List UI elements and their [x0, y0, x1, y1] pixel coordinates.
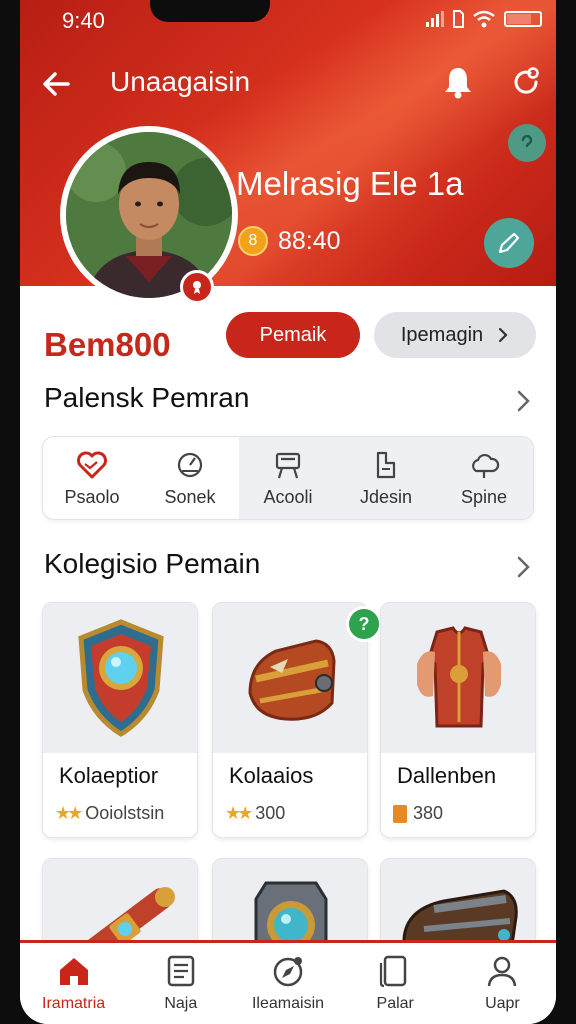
nav-label: Naja: [164, 995, 198, 1012]
compass-icon: [273, 957, 303, 987]
medal-icon: [193, 281, 201, 294]
stat-item-jdesin[interactable]: Jdesin: [337, 437, 435, 519]
document-icon: [376, 451, 396, 478]
stat-label: Sonek: [164, 486, 216, 507]
bracer-art-image: [213, 603, 367, 753]
card-meta: ★★ Ooiolstsin: [55, 803, 164, 824]
collection-card[interactable]: Dallenben 380: [380, 602, 536, 838]
status-icons: [426, 10, 542, 28]
primary-action-button[interactable]: Pemaik: [226, 312, 360, 358]
primary-action-label: Pemaik: [259, 323, 327, 346]
stat-item-sonek[interactable]: Sonek: [141, 437, 239, 519]
card-name: Dallenben: [397, 763, 497, 788]
sim-icon: [453, 10, 464, 28]
card-meta-value: Ooiolstsin: [85, 803, 165, 823]
card-name: Kolaeptior: [59, 763, 159, 788]
card-meta-value: 380: [413, 803, 444, 823]
nav-label: Iramatria: [42, 995, 106, 1012]
new-item-badge: ?: [346, 606, 382, 642]
stats-strip: Psaolo Sonek Acooli Jdesin Spine: [42, 436, 534, 520]
nav-label: Ileamaisin: [251, 995, 325, 1012]
stat-item-spine[interactable]: Spine: [435, 437, 533, 519]
chevron-right-icon: [499, 327, 508, 343]
stats-section-title: Palensk Pemran: [44, 382, 250, 413]
nav-item-home[interactable]: Iramatria: [20, 943, 127, 1024]
header-display-name: Melrasig Ele 1a: [236, 165, 464, 202]
collection-card[interactable]: Kolaaios ★★ 300: [212, 602, 368, 838]
card-meta: 380: [393, 803, 443, 824]
card-name: Kolaaios: [229, 763, 314, 788]
card-info: Kolaeptior ★★ Ooiolstsin: [43, 753, 197, 837]
card-meta-value: 300: [255, 803, 286, 823]
card-info: Kolaaios ★★ 300: [213, 753, 367, 837]
pencil-icon: [498, 232, 520, 254]
easel-icon: [275, 452, 301, 478]
ticket-icon: [393, 804, 407, 823]
secondary-action-button[interactable]: Ipemagin: [374, 312, 536, 358]
stars-icon: ★★: [225, 803, 253, 823]
user-icon: [488, 956, 517, 987]
header-score: 8 88:40: [238, 226, 341, 256]
question-icon: [521, 134, 533, 148]
nav-item-list[interactable]: Naja: [127, 943, 234, 1024]
collection-section-chevron-icon[interactable]: [512, 552, 536, 582]
back-arrow-icon[interactable]: [38, 66, 74, 102]
collection-section-title: Kolegisio Pemain: [44, 548, 261, 579]
bell-icon[interactable]: [442, 64, 474, 100]
stat-label: Acooli: [263, 486, 313, 507]
nav-item-compass[interactable]: Ileamaisin: [234, 943, 341, 1024]
nav-item-user[interactable]: Uapr: [449, 943, 556, 1024]
signal-icon: [426, 11, 444, 27]
list-icon: [167, 955, 195, 987]
phone-frame: 9:40 Unaagaisin Melrasig Ele 1a 8 88:40: [0, 0, 576, 1024]
camera-notch: [150, 0, 270, 22]
collection-card[interactable]: Kolaeptior ★★ Ooiolstsin: [42, 602, 198, 838]
nav-item-device[interactable]: Palar: [342, 943, 449, 1024]
nav-label: Palar: [376, 995, 414, 1012]
stat-item-psaolo[interactable]: Psaolo: [43, 437, 141, 519]
secondary-action-label: Ipemagin: [400, 323, 484, 346]
edit-button[interactable]: [484, 218, 534, 268]
app-screen: 9:40 Unaagaisin Melrasig Ele 1a 8 88:40: [20, 0, 556, 1024]
wifi-icon: [473, 10, 495, 28]
card-meta: ★★ 300: [225, 803, 285, 824]
stars-icon: ★★: [55, 803, 83, 823]
device-icon: [380, 955, 407, 988]
gauge-icon: [177, 452, 203, 477]
cloud-icon: [472, 453, 500, 478]
stat-label: Jdesin: [359, 486, 413, 507]
status-time: 9:40: [62, 8, 105, 33]
help-button[interactable]: [508, 124, 546, 162]
shield-art-image: [43, 603, 197, 753]
avatar-status-badge: [180, 270, 214, 304]
coin-icon: 8: [238, 226, 268, 256]
score-value: 88:40: [278, 226, 341, 255]
home-icon: [59, 958, 88, 985]
heart-icon: [77, 451, 107, 478]
armor-art-image: [381, 603, 535, 753]
stat-label: Spine: [460, 486, 508, 507]
stat-label: Psaolo: [64, 486, 120, 507]
new-badge-symbol: ?: [358, 613, 370, 634]
battery-icon: [504, 11, 542, 27]
stat-item-acooli[interactable]: Acooli: [239, 437, 337, 519]
nav-label: Uapr: [485, 995, 520, 1012]
username: Bem800: [44, 326, 171, 363]
refresh-icon[interactable]: [510, 64, 542, 100]
card-info: Dallenben 380: [381, 753, 535, 837]
stats-section-chevron-icon[interactable]: [512, 386, 536, 416]
page-title: Unaagaisin: [110, 66, 251, 97]
bottom-nav: Iramatria Naja Ileamaisin Palar Uapr: [20, 940, 556, 1024]
